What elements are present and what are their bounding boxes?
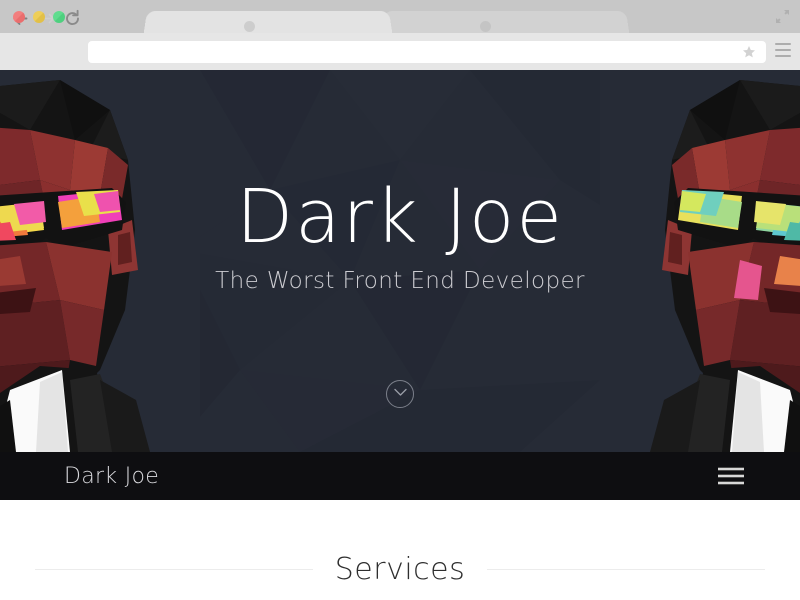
reload-button[interactable] bbox=[63, 9, 82, 28]
services-title: Services bbox=[334, 552, 466, 587]
hero-subtitle: The Worst Front End Developer bbox=[215, 268, 585, 294]
minimize-window-button[interactable] bbox=[33, 11, 45, 23]
services-rule-left bbox=[34, 569, 313, 570]
page-viewport: Dark Joe The Worst Front End Developer D… bbox=[0, 70, 800, 600]
window-controls bbox=[13, 11, 65, 23]
chevron-down-icon[interactable] bbox=[386, 380, 414, 408]
menu-bar-2 bbox=[775, 49, 791, 51]
nav-bar-1 bbox=[718, 467, 744, 471]
tab-1-shape bbox=[143, 10, 393, 33]
site-navbar: Dark Joe bbox=[0, 452, 800, 500]
menu-bar-3 bbox=[775, 55, 791, 57]
browser-titlebar bbox=[0, 0, 800, 33]
tab-2-favicon-icon bbox=[480, 21, 491, 32]
services-section: Services bbox=[0, 500, 800, 600]
nav-bar-2 bbox=[718, 474, 744, 478]
bookmark-star-icon[interactable] bbox=[742, 45, 756, 59]
address-bar[interactable] bbox=[88, 41, 766, 63]
services-rule-right bbox=[487, 569, 766, 570]
browser-tab-2[interactable] bbox=[380, 10, 630, 33]
hero-title: Dark Joe bbox=[236, 174, 564, 260]
browser-menu-button[interactable] bbox=[775, 43, 791, 57]
fullscreen-expand-icon[interactable] bbox=[774, 8, 791, 25]
close-window-button[interactable] bbox=[13, 11, 25, 23]
hero-section: Dark Joe The Worst Front End Developer bbox=[0, 70, 800, 452]
nav-hamburger-menu-icon[interactable] bbox=[718, 467, 744, 486]
tab-2-shape bbox=[380, 10, 630, 33]
browser-tab-1[interactable] bbox=[143, 10, 393, 33]
menu-bar-1 bbox=[775, 43, 791, 45]
hero-content: Dark Joe The Worst Front End Developer bbox=[0, 70, 800, 452]
services-heading: Services bbox=[0, 552, 800, 587]
browser-window: Dark Joe The Worst Front End Developer D… bbox=[0, 0, 800, 600]
tab-1-favicon-icon bbox=[244, 21, 255, 32]
nav-bar-3 bbox=[718, 481, 744, 485]
maximize-window-button[interactable] bbox=[53, 11, 65, 23]
nav-brand[interactable]: Dark Joe bbox=[64, 464, 159, 489]
